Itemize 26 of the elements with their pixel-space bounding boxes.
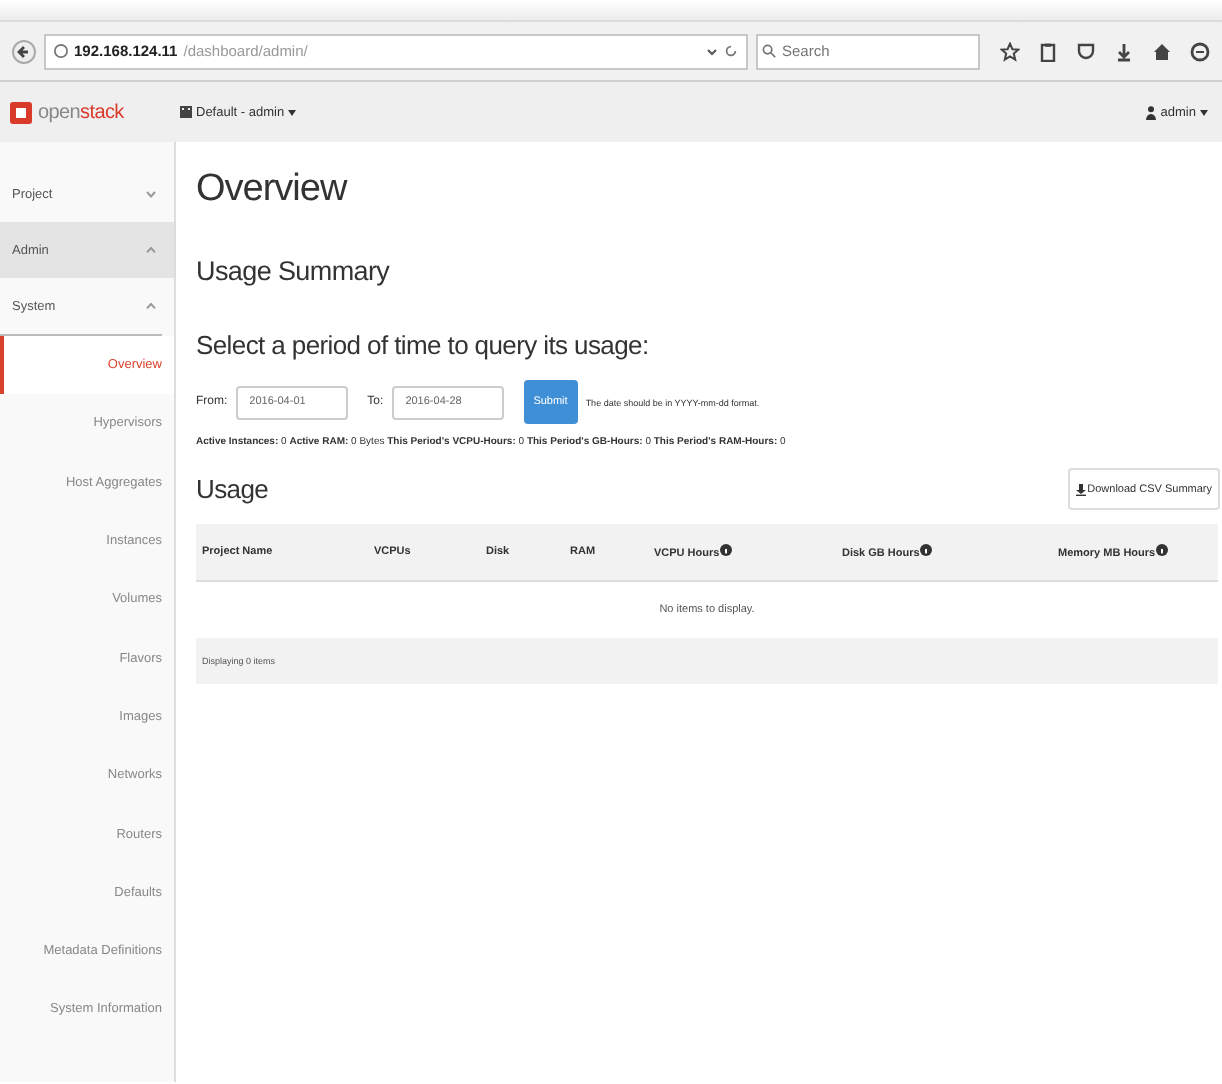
- help-icon: [1155, 544, 1168, 556]
- download-icon: [1075, 483, 1086, 495]
- reload-icon[interactable]: [724, 44, 738, 58]
- chevron-icon: [146, 246, 156, 254]
- caret-icon: [288, 109, 297, 115]
- caret-icon: [1200, 109, 1208, 115]
- home-icon[interactable]: [1152, 41, 1172, 61]
- dropdown-icon[interactable]: [706, 45, 718, 57]
- chevron-icon: [146, 190, 156, 198]
- building-icon: [180, 106, 192, 118]
- download-icon[interactable]: [1114, 41, 1134, 61]
- help-icon: [719, 544, 732, 556]
- shield-icon[interactable]: [1076, 41, 1096, 61]
- page-title: Overview: [196, 168, 350, 212]
- chevron-icon: [146, 302, 156, 310]
- search-icon: [762, 44, 776, 58]
- clipboard-icon[interactable]: [1038, 41, 1058, 61]
- section-title: Usage Summary: [196, 256, 392, 286]
- period-prompt: Select a period of time to query its usage:: [196, 330, 651, 360]
- logo-icon: [10, 101, 32, 123]
- user-icon: [1146, 105, 1157, 119]
- help-icon: [919, 544, 932, 556]
- back-icon[interactable]: [12, 39, 36, 63]
- star-icon[interactable]: [1000, 41, 1020, 61]
- logo-text[interactable]: openstack: [38, 101, 124, 123]
- usage-title: Usage: [196, 474, 269, 504]
